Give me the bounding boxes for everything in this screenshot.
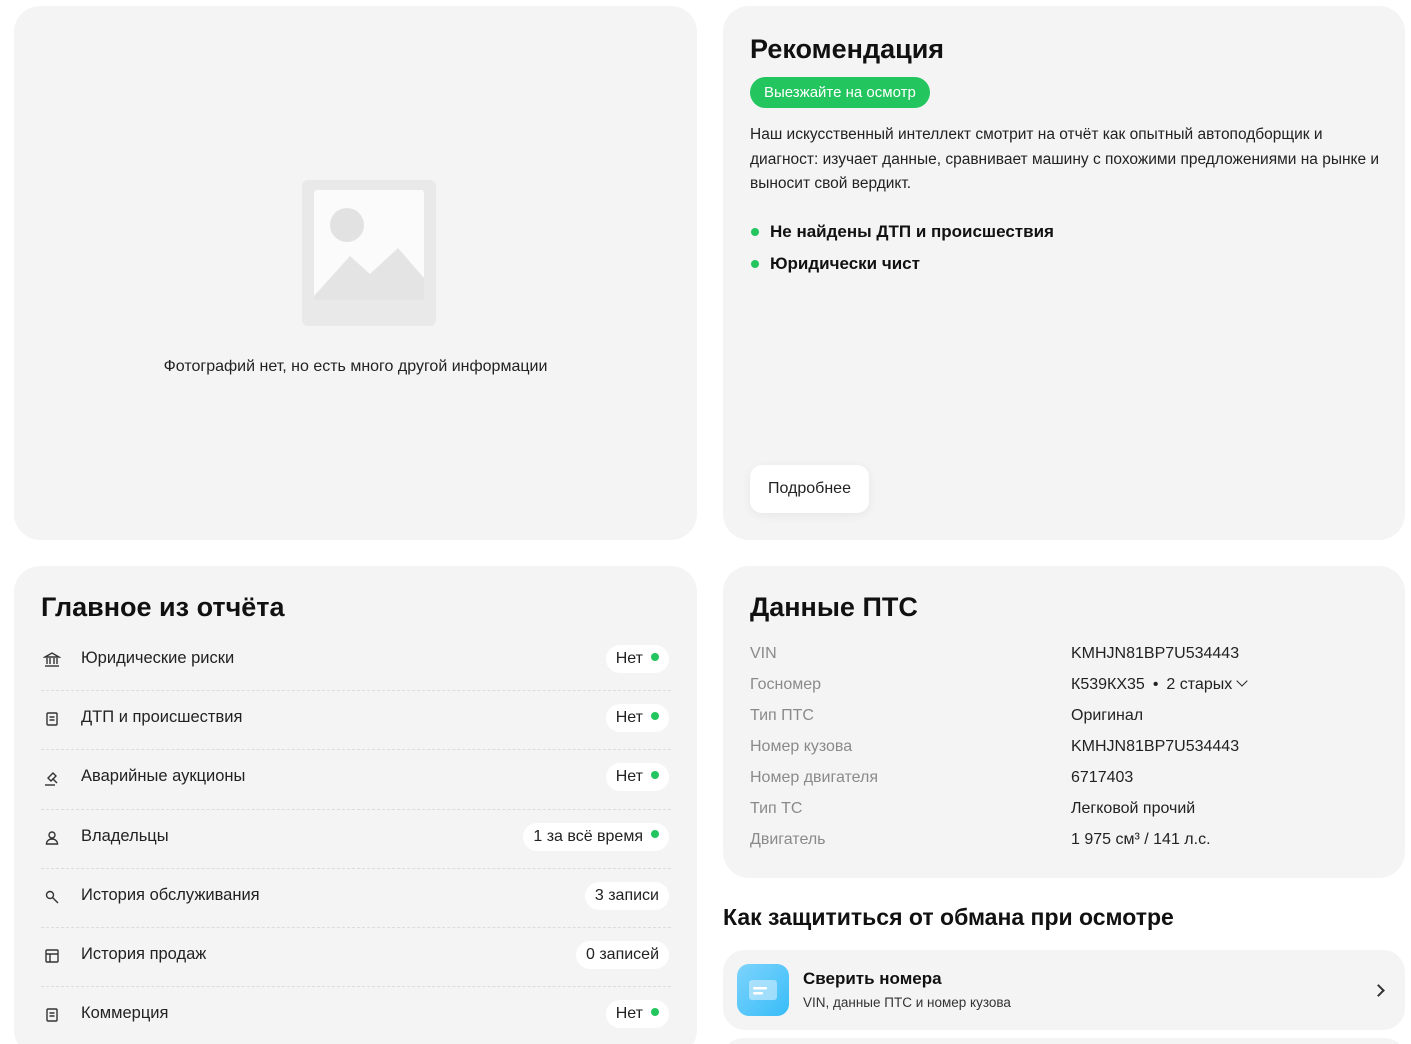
recommendation-text: Наш искусственный интеллект смотрит на о… <box>750 126 1380 192</box>
summary-row-owners[interactable]: Владельцы 1 за всё время <box>41 810 671 869</box>
recommendation-points: Не найдены ДТП и происшествия Юридически… <box>750 220 1054 284</box>
report-summary-card: Главное из отчёта Юридические риски Нет … <box>14 566 697 1044</box>
verdict-badge: Выезжайте на осмотр <box>750 77 930 108</box>
document-icon <box>46 1008 58 1022</box>
pts-value: К539КХ35 • 2 старых <box>1071 669 1248 700</box>
card-icon <box>737 964 789 1016</box>
image-placeholder-icon <box>302 180 436 326</box>
check-numbers-item[interactable]: Сверить номера VIN, данные ПТС и номер к… <box>723 950 1405 1030</box>
pts-value: Оригинал <box>1071 707 1144 724</box>
old-plates-toggle[interactable]: 2 старых <box>1166 675 1248 693</box>
summary-label: Аварийные аукционы <box>81 767 246 786</box>
auction-icon <box>45 772 58 787</box>
status-dot <box>651 652 659 661</box>
summary-list: Юридические риски Нет ДТП и происшествия… <box>41 632 671 1044</box>
summary-label: Владельцы <box>81 826 169 845</box>
summary-row-accidents[interactable]: ДТП и происшествия Нет <box>41 691 671 751</box>
chevron-right-icon <box>1372 984 1385 997</box>
recommendation-point: Не найдены ДТП и происшествия <box>750 220 1054 252</box>
summary-value: Нет <box>605 763 669 792</box>
pts-row-engine-number: Номер двигателя 6717403 <box>750 762 1370 793</box>
summary-row-service-history[interactable]: История обслуживания 3 записи <box>41 869 671 928</box>
pts-key: Номер двигателя <box>750 769 879 786</box>
summary-value: Нет <box>605 704 669 733</box>
next-protect-item[interactable] <box>723 1038 1405 1044</box>
status-dot <box>651 771 659 780</box>
pts-key: VIN <box>750 645 777 662</box>
pts-title: Данные ПТС <box>750 592 918 622</box>
check-numbers-title: Сверить номера <box>803 969 942 988</box>
summary-row-commercial[interactable]: Коммерция Нет <box>41 987 671 1044</box>
summary-label: История обслуживания <box>81 885 260 904</box>
pts-row-body-number: Номер кузова KMHJN81BP7U534443 <box>750 731 1370 762</box>
pts-row-vehicle-type: Тип ТС Легковой прочий <box>750 793 1370 824</box>
pts-value: 1 975 см³ / 141 л.с. <box>1071 831 1211 848</box>
summary-label: История продаж <box>81 944 207 963</box>
summary-label: Юридические риски <box>81 649 235 667</box>
chevron-down-icon <box>1236 675 1248 687</box>
pts-row-engine: Двигатель 1 975 см³ / 141 л.с. <box>750 824 1370 855</box>
recommendation-title: Рекомендация <box>750 34 945 64</box>
summary-value: Нет <box>605 1000 669 1029</box>
more-button[interactable]: Подробнее <box>750 465 869 513</box>
photo-card: Фотографий нет, но есть много другой инф… <box>14 6 697 540</box>
receipt-icon <box>45 949 59 963</box>
summary-row-auctions[interactable]: Аварийные аукционы Нет <box>41 750 671 810</box>
protect-section-title: Как защититься от обмана при осмотре <box>723 904 1174 930</box>
status-dot <box>651 830 659 839</box>
pts-table: VIN KMHJN81BP7U534443 Госномер К539КХ35 •… <box>750 638 1370 855</box>
summary-value: 1 за всё время <box>523 822 669 851</box>
pts-row-vin: VIN KMHJN81BP7U534443 <box>750 638 1370 669</box>
summary-label: ДТП и происшествия <box>81 708 243 727</box>
status-dot <box>651 711 659 720</box>
pts-row-pts-type: Тип ПТС Оригинал <box>750 700 1370 731</box>
status-dot <box>651 1007 659 1016</box>
summary-row-legal-risks[interactable]: Юридические риски Нет <box>41 632 671 692</box>
check-numbers-subtitle: VIN, данные ПТС и номер кузова <box>803 995 1011 1010</box>
pts-value: 6717403 <box>1071 769 1134 786</box>
bank-icon <box>43 652 61 667</box>
summary-value: 0 записей <box>575 940 669 969</box>
summary-value: Нет <box>605 645 669 673</box>
pts-data-card: Данные ПТС VIN KMHJN81BP7U534443 Госноме… <box>723 566 1405 878</box>
summary-value: 3 записи <box>584 881 669 910</box>
pts-key: Двигатель <box>750 831 826 848</box>
photo-caption: Фотографий нет, но есть много другой инф… <box>163 358 548 375</box>
pts-key: Номер кузова <box>750 738 853 755</box>
summary-title: Главное из отчёта <box>41 592 285 622</box>
pts-value: KMHJN81BP7U534443 <box>1071 738 1240 755</box>
pts-value: KMHJN81BP7U534443 <box>1071 645 1240 662</box>
recommendation-card: Рекомендация Выезжайте на осмотр Наш иск… <box>723 6 1405 540</box>
document-icon <box>46 712 58 726</box>
summary-row-sales-history[interactable]: История продаж 0 записей <box>41 928 671 988</box>
person-icon <box>45 830 59 845</box>
pts-value: Легковой прочий <box>1071 800 1196 817</box>
pts-key: Госномер <box>750 676 822 693</box>
pts-row-plate: Госномер К539КХ35 • 2 старых <box>750 669 1370 700</box>
recommendation-point: Юридически чист <box>750 252 1054 284</box>
summary-label: Коммерция <box>81 1004 169 1023</box>
pts-key: Тип ПТС <box>750 707 814 724</box>
pts-key: Тип ТС <box>750 800 803 817</box>
wrench-icon <box>45 890 59 904</box>
